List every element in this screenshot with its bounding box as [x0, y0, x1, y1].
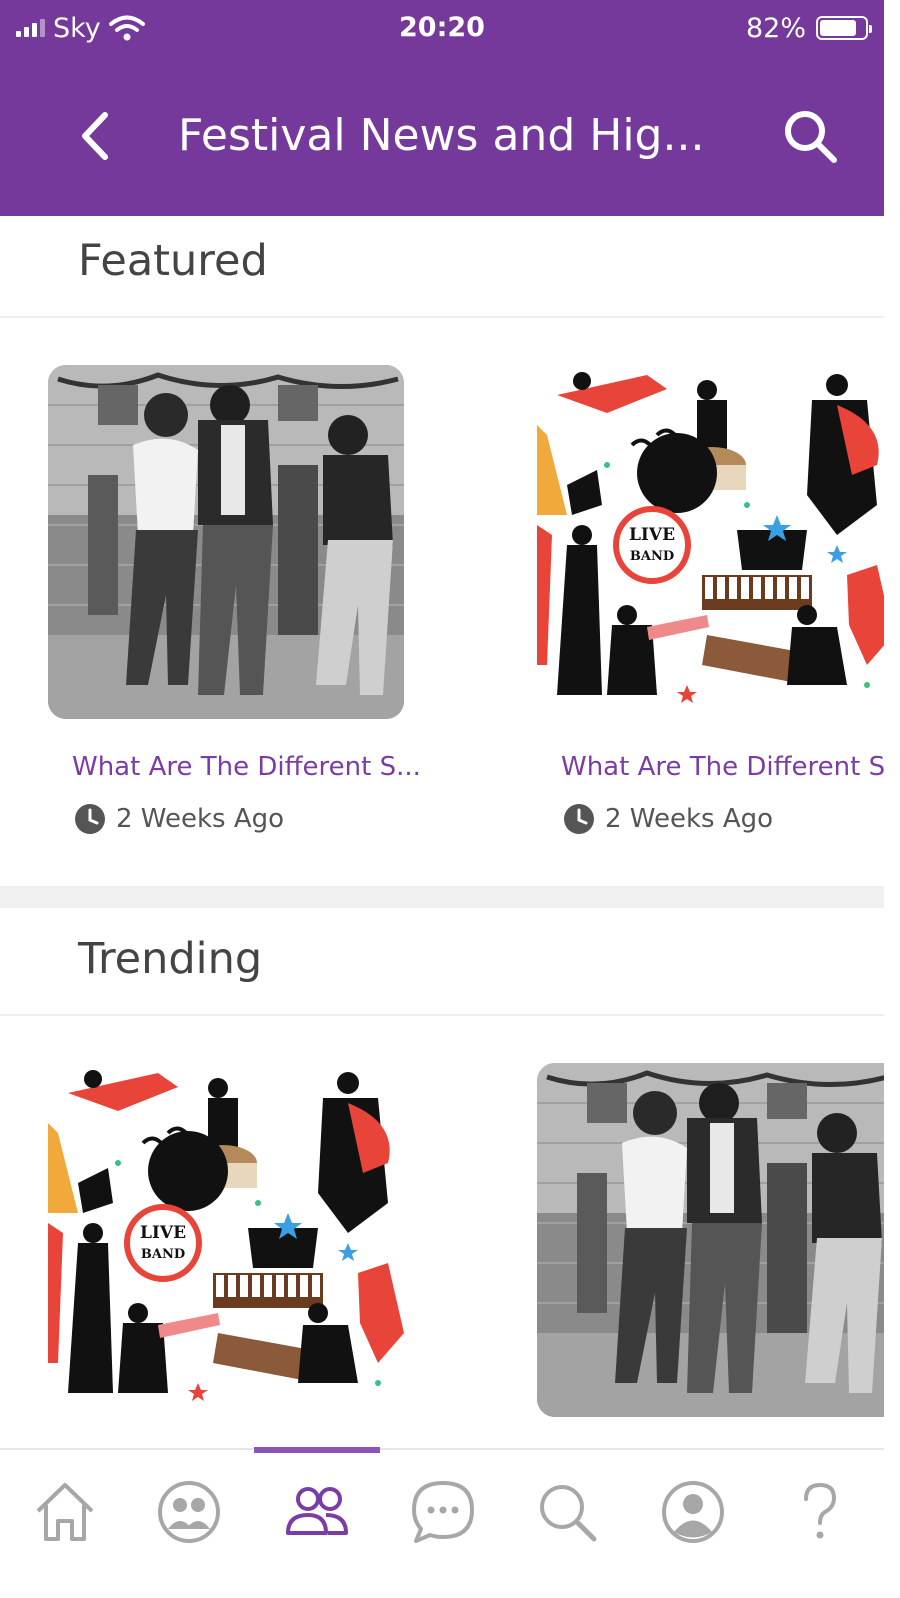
tabbar-divider [0, 1448, 884, 1450]
featured-card-1-time: 2 Weeks Ago [116, 804, 285, 834]
tab-search[interactable] [522, 1470, 612, 1554]
tab-profile[interactable] [648, 1470, 738, 1554]
divider [0, 1014, 884, 1016]
featured-card-1-image[interactable] [48, 365, 404, 719]
divider [0, 316, 884, 318]
community-icon [158, 1481, 220, 1543]
profile-icon [662, 1481, 724, 1543]
clock-icon [75, 804, 105, 834]
nav-row: Festival News and Hig... [0, 96, 884, 176]
page-title: Festival News and Hig... [178, 110, 705, 161]
tab-help[interactable] [774, 1470, 864, 1554]
section-separator [0, 886, 884, 908]
tab-groups[interactable] [272, 1470, 362, 1554]
featured-card-2-title[interactable]: What Are The Different S... [561, 752, 884, 782]
home-icon [36, 1483, 94, 1541]
featured-card-2-image[interactable] [537, 365, 884, 719]
search-icon [785, 111, 837, 163]
help-icon [804, 1482, 837, 1539]
tab-chat[interactable] [398, 1470, 488, 1554]
chevron-left-icon [82, 112, 108, 160]
status-bar: Sky 20:20 82% [0, 8, 884, 48]
trending-card-2-image[interactable] [537, 1063, 884, 1417]
trending-heading: Trending [78, 934, 263, 984]
tab-home[interactable] [20, 1470, 110, 1554]
featured-card-1-title[interactable]: What Are The Different S... [72, 752, 421, 782]
chat-icon [412, 1481, 474, 1543]
featured-card-2-time: 2 Weeks Ago [605, 804, 774, 834]
battery-icon [816, 16, 872, 40]
tab-community[interactable] [144, 1470, 234, 1554]
battery-percent: 82% [745, 12, 806, 44]
app-header: Sky 20:20 82% Festival News and Hig... [0, 0, 884, 216]
clock-icon [564, 804, 594, 834]
featured-heading: Featured [78, 236, 268, 286]
trending-card-1-image[interactable] [48, 1063, 404, 1417]
active-tab-indicator [254, 1447, 380, 1453]
status-right: 82% [745, 8, 872, 48]
header-search-button[interactable] [776, 102, 844, 170]
groups-icon [286, 1487, 348, 1535]
back-button[interactable] [70, 106, 120, 166]
search-icon [540, 1485, 597, 1542]
featured-card-2-meta: 2 Weeks Ago [563, 803, 773, 835]
featured-card-1-meta: 2 Weeks Ago [74, 803, 284, 835]
